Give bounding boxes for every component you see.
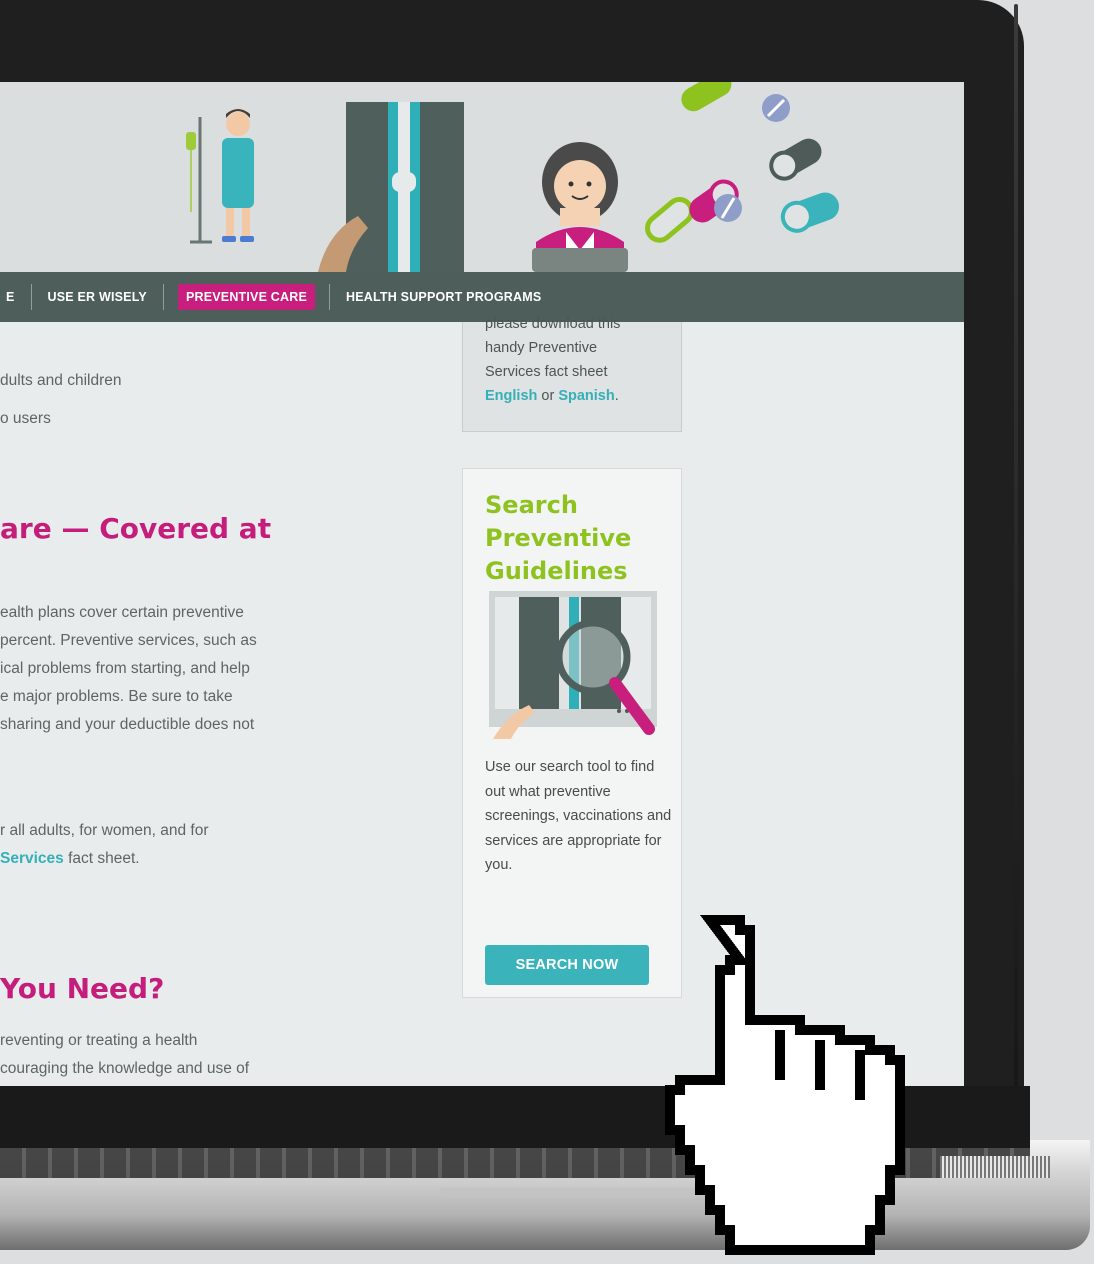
hand-cursor-icon [665,915,905,1255]
iv-stand-icon [186,117,212,244]
paragraph-line: couraging the knowledge and use of [0,1060,250,1077]
main-content: dults and children o users are — Covered… [0,322,460,1086]
nav-item-preventive-care[interactable]: PREVENTIVE CARE [177,284,316,310]
paragraph-line: sharing and your deductible does not [0,716,255,733]
patient-icon [222,109,254,242]
english-link[interactable]: English [485,388,537,404]
main-nav: E USE ER WISELY PREVENTIVE CARE HEALTH S… [0,272,964,322]
download-box-text: handy Preventive [485,340,598,356]
download-box-links: English or Spanish. [485,388,619,404]
paragraph-line: ealth plans cover certain preventive [0,604,244,621]
paragraph-line: ical problems from starting, and help [0,660,250,677]
paragraph-line: percent. Preventive services, such as [0,632,257,649]
download-factsheet-box: please download this handy Preventive Se… [462,316,682,432]
search-illustration-icon [489,591,657,739]
download-box-text: please download this [485,316,621,332]
paragraph-line: e major problems. Be sure to take [0,688,233,705]
doctor-icon [532,142,628,272]
hero-illustration [0,82,964,272]
or-text: or [537,388,559,404]
nav-item-use-er-wisely[interactable]: USE ER WISELY [32,284,164,310]
search-guidelines-title: Search Preventive Guidelines [485,491,632,585]
xray-panel-icon [318,102,464,272]
search-now-button[interactable]: SEARCH NOW [485,945,649,985]
section-heading: You Need? [0,972,165,1005]
nav-item-cut[interactable]: E [0,284,32,310]
hero-art [186,82,840,272]
nav-item-health-support-programs[interactable]: HEALTH SUPPORT PROGRAMS [329,284,557,310]
download-box-text: Services fact sheet [485,364,608,380]
paragraph-line: reventing or treating a health [0,1032,198,1049]
services-fact-sheet-link[interactable]: Services [0,850,64,867]
paragraph-line: Services fact sheet. [0,850,140,868]
pills-icon [645,82,840,243]
paragraph-line: r all adults, for women, and for [0,822,209,839]
bullet-text: dults and children [0,372,122,389]
spanish-link[interactable]: Spanish [558,388,614,404]
speaker-grille [940,1156,1050,1178]
search-description: Use our search tool to find out what pre… [485,759,672,873]
period-text: . [614,388,619,404]
section-heading: are — Covered at [0,512,272,545]
paragraph-text: fact sheet. [63,850,140,867]
bullet-text: o users [0,410,51,427]
